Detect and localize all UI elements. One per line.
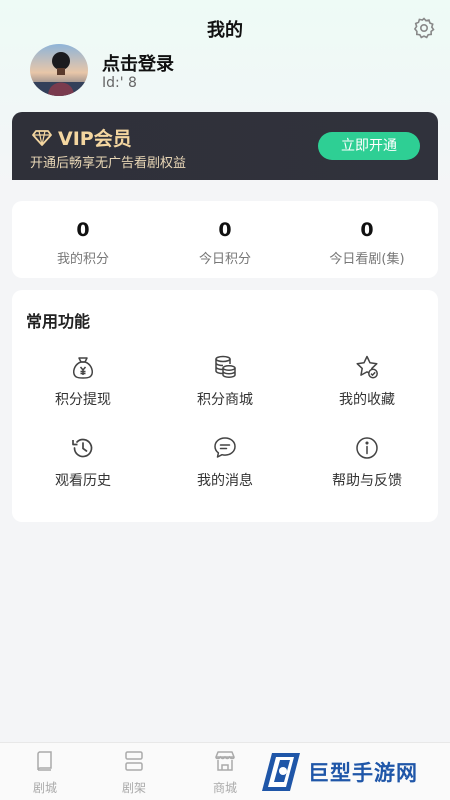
info-icon bbox=[356, 437, 378, 459]
vip-title: VIP会员 bbox=[58, 128, 132, 150]
watermark: 巨型手游网 bbox=[258, 746, 446, 798]
func-watch-history[interactable]: 观看历史 bbox=[12, 435, 154, 491]
vip-banner[interactable]: VIP会员 开通后畅享无广告看剧权益 立即开通 bbox=[12, 112, 438, 180]
shelf-icon bbox=[125, 751, 143, 771]
page-title: 我的 bbox=[207, 20, 243, 41]
watermark-logo-icon bbox=[262, 753, 300, 791]
stat-label: 我的积分 bbox=[56, 252, 109, 267]
stat-value: 0 bbox=[218, 219, 232, 241]
func-label: 我的消息 bbox=[197, 473, 253, 489]
nav-label: 剧架 bbox=[121, 781, 146, 795]
func-label: 积分提现 bbox=[55, 392, 111, 408]
diamond-icon bbox=[32, 129, 52, 146]
coin-stack-icon bbox=[215, 355, 236, 378]
vip-open-button[interactable]: 立即开通 bbox=[318, 132, 420, 160]
book-icon bbox=[37, 751, 52, 771]
watermark-text: 巨型手游网 bbox=[308, 761, 418, 785]
section-title: 常用功能 bbox=[26, 312, 91, 331]
vip-subtitle: 开通后畅享无广告看剧权益 bbox=[30, 156, 187, 171]
settings-button[interactable] bbox=[412, 16, 436, 40]
money-bag-icon bbox=[73, 357, 93, 379]
func-label: 积分商城 bbox=[197, 392, 253, 408]
func-label: 我的收藏 bbox=[339, 392, 395, 408]
stat-label: 今日积分 bbox=[198, 252, 251, 267]
gear-icon bbox=[413, 17, 435, 39]
nav-item-drama-shelf[interactable]: 剧架 bbox=[104, 749, 164, 796]
star-check-icon bbox=[356, 355, 378, 379]
avatar[interactable] bbox=[30, 44, 88, 96]
nav-label: 商城 bbox=[212, 781, 237, 795]
message-icon bbox=[214, 437, 236, 458]
functions-grid: 积分提现 积分商城 我的收藏 观看历史 我的消息 帮助与反馈 bbox=[12, 354, 438, 491]
func-help-feedback[interactable]: 帮助与反馈 bbox=[296, 435, 438, 491]
user-id: Id:' 8 bbox=[102, 75, 137, 91]
functions-card: 常用功能 积分提现 积分商城 我的收藏 观看历史 我的消息 帮助与反馈 bbox=[12, 290, 438, 522]
stat-my-points[interactable]: 0 我的积分 bbox=[12, 201, 154, 278]
stat-today-episodes[interactable]: 0 今日看剧(集) bbox=[296, 201, 438, 278]
store-icon bbox=[215, 751, 235, 771]
history-icon bbox=[72, 438, 93, 458]
stats-card: 0 我的积分 0 今日积分 0 今日看剧(集) bbox=[12, 201, 438, 278]
func-points-withdraw[interactable]: 积分提现 bbox=[12, 354, 154, 410]
stat-label: 今日看剧(集) bbox=[329, 252, 405, 267]
nav-item-drama-city[interactable]: 剧城 bbox=[15, 749, 75, 796]
func-label: 帮助与反馈 bbox=[332, 473, 402, 489]
func-my-messages[interactable]: 我的消息 bbox=[154, 435, 296, 491]
func-label: 观看历史 bbox=[55, 473, 111, 489]
login-link[interactable]: 点击登录 bbox=[102, 50, 174, 76]
vip-title-row: VIP会员 bbox=[32, 124, 132, 151]
func-my-favorites[interactable]: 我的收藏 bbox=[296, 354, 438, 410]
func-points-mall[interactable]: 积分商城 bbox=[154, 354, 296, 410]
stat-value: 0 bbox=[360, 219, 374, 241]
nav-label: 剧城 bbox=[32, 781, 57, 795]
stat-today-points[interactable]: 0 今日积分 bbox=[154, 201, 296, 278]
stat-value: 0 bbox=[76, 219, 90, 241]
nav-item-mall[interactable]: 商城 bbox=[195, 749, 255, 796]
